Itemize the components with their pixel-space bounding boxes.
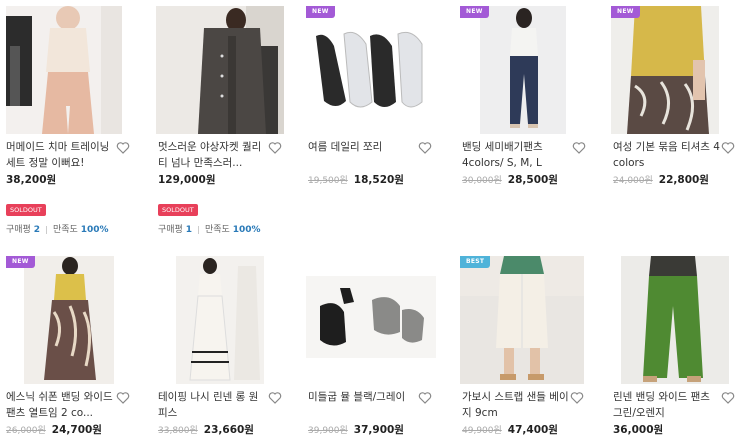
- new-badge: NEW: [611, 6, 640, 18]
- original-price: 39,900원: [308, 426, 348, 436]
- price: 38,200원: [6, 174, 57, 186]
- purchase-count: 2: [33, 225, 40, 235]
- price-row: 129,000원: [158, 172, 215, 187]
- product-title[interactable]: 머메이드 치마 트레이닝 세트 정말 이뻐요!: [6, 139, 114, 171]
- product-image[interactable]: [480, 6, 566, 134]
- price: 36,000원: [613, 424, 664, 436]
- heart-icon[interactable]: [268, 391, 282, 405]
- review-meta: 구매평 1 만족도 100%: [158, 222, 261, 235]
- product-title[interactable]: 멋스러운 야상자켓 퀄리티 넘나 만족스러...: [158, 139, 266, 171]
- price-row: 24,000원 22,800원: [613, 172, 709, 187]
- price: 18,520원: [353, 174, 404, 186]
- review-meta: 구매평 2 만족도 100%: [6, 222, 109, 235]
- heart-icon[interactable]: [721, 141, 735, 155]
- product-card[interactable]: 미들굽 뮬 블랙/그레이 39,900원 37,900원: [302, 256, 442, 443]
- product-image[interactable]: [460, 256, 584, 384]
- product-image[interactable]: [176, 256, 264, 384]
- original-price: 49,900원: [462, 426, 502, 436]
- purchase-label: 구매평: [158, 225, 183, 235]
- price-row: 49,900원 47,400원: [462, 422, 558, 437]
- price-row: 33,800원 23,660원: [158, 422, 254, 437]
- product-title[interactable]: 테이핑 나시 린넨 롱 원피스: [158, 389, 266, 421]
- product-image[interactable]: [6, 6, 122, 134]
- heart-icon[interactable]: [268, 141, 282, 155]
- product-image[interactable]: [621, 256, 729, 384]
- satisfaction-value: 100%: [232, 225, 261, 235]
- heart-icon[interactable]: [116, 391, 130, 405]
- product-card[interactable]: BEST 가보시 스트랩 샌들 베이지 9cm 49,900원 47,400원: [456, 256, 596, 443]
- price-row: 39,900원 37,900원: [308, 422, 404, 437]
- original-price: 26,000원: [6, 426, 46, 436]
- product-card[interactable]: 린넨 밴딩 와이드 팬츠 그린/오렌지 36,000원: [607, 256, 740, 443]
- new-badge: NEW: [460, 6, 489, 18]
- price: 24,700원: [51, 424, 102, 436]
- product-card[interactable]: NEW 여성 기본 묶음 티셔츠 4 colors 24,000원 22,800원: [607, 0, 740, 240]
- original-price: 33,800원: [158, 426, 198, 436]
- price-row: 26,000원 24,700원: [6, 422, 102, 437]
- best-badge: BEST: [460, 256, 491, 268]
- product-card[interactable]: 테이핑 나시 린넨 롱 원피스 33,800원 23,660원: [152, 256, 292, 443]
- heart-icon[interactable]: [721, 391, 735, 405]
- product-title[interactable]: 에스닉 쉬폰 밴딩 와이드 팬츠 열트임 2 co...: [6, 389, 114, 421]
- product-title[interactable]: 린넨 밴딩 와이드 팬츠 그린/오렌지: [613, 389, 721, 421]
- heart-icon[interactable]: [570, 391, 584, 405]
- heart-icon[interactable]: [418, 391, 432, 405]
- product-card[interactable]: 머메이드 치마 트레이닝 세트 정말 이뻐요! 38,200원 SOLDOUT …: [0, 0, 140, 240]
- satisfaction-value: 100%: [80, 225, 109, 235]
- purchase-count: 1: [185, 225, 192, 235]
- product-image[interactable]: [306, 6, 440, 134]
- satisfaction-label: 만족도: [204, 225, 230, 235]
- product-card[interactable]: NEW 에스닉 쉬폰 밴딩 와이드 팬츠 열트임 2 co... 26,000원…: [0, 256, 140, 443]
- product-image[interactable]: [156, 6, 284, 134]
- product-title[interactable]: 여름 데일리 쪼리: [308, 139, 416, 155]
- new-badge: NEW: [306, 6, 335, 18]
- price: 129,000원: [158, 174, 216, 186]
- original-price: 19,500원: [308, 176, 348, 186]
- heart-icon[interactable]: [418, 141, 432, 155]
- original-price: 30,000원: [462, 176, 502, 186]
- price: 23,660원: [203, 424, 254, 436]
- product-title[interactable]: 여성 기본 묶음 티셔츠 4 colors: [613, 139, 721, 171]
- product-card[interactable]: NEW 여름 데일리 쪼리 19,500원 18,520원: [302, 0, 442, 240]
- price: 47,400원: [507, 424, 558, 436]
- product-card[interactable]: NEW 밴딩 세미배기팬츠 4colors/ S, M, L 30,000원 28…: [456, 0, 596, 240]
- price-row: 19,500원 18,520원: [308, 172, 404, 187]
- price: 22,800원: [658, 174, 709, 186]
- price-row: 38,200원: [6, 172, 56, 187]
- product-title[interactable]: 미들굽 뮬 블랙/그레이: [308, 389, 416, 405]
- soldout-badge: SOLDOUT: [6, 204, 46, 216]
- price-row: 30,000원 28,500원: [462, 172, 558, 187]
- product-image[interactable]: [24, 256, 114, 384]
- heart-icon[interactable]: [572, 141, 586, 155]
- heart-icon[interactable]: [116, 141, 130, 155]
- satisfaction-label: 만족도: [52, 225, 78, 235]
- product-card[interactable]: 멋스러운 야상자켓 퀄리티 넘나 만족스러... 129,000원 SOLDOU…: [152, 0, 292, 240]
- product-image[interactable]: [611, 6, 719, 134]
- new-badge: NEW: [6, 256, 35, 268]
- product-image[interactable]: [306, 276, 436, 358]
- price: 37,900원: [353, 424, 404, 436]
- soldout-badge: SOLDOUT: [158, 204, 198, 216]
- price: 28,500원: [507, 174, 558, 186]
- purchase-label: 구매평: [6, 225, 31, 235]
- original-price: 24,000원: [613, 176, 653, 186]
- product-title[interactable]: 밴딩 세미배기팬츠 4colors/ S, M, L: [462, 139, 570, 171]
- product-title[interactable]: 가보시 스트랩 샌들 베이지 9cm: [462, 389, 570, 421]
- price-row: 36,000원: [613, 422, 663, 437]
